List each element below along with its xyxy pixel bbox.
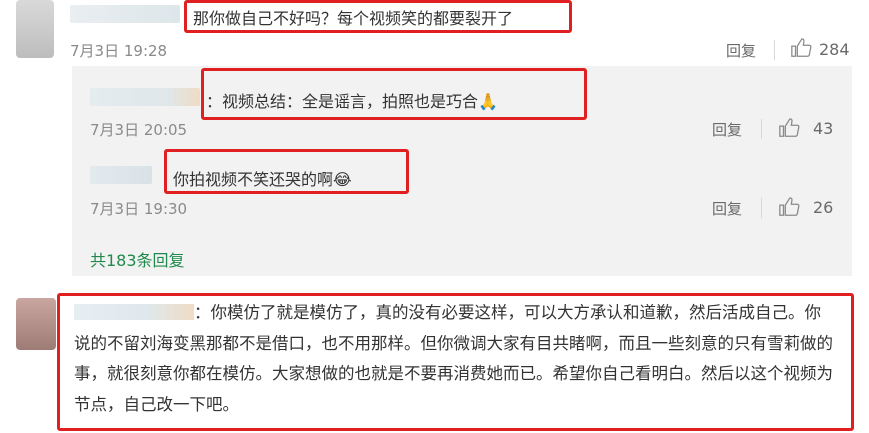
avatar[interactable] (16, 0, 54, 58)
highlight-box (184, 0, 572, 33)
divider (761, 198, 762, 218)
like-count: 43 (813, 119, 834, 138)
username-blurred[interactable] (90, 88, 200, 106)
reply-button[interactable]: 回复 (726, 40, 756, 61)
reply-time: 7月3日 19:30 (90, 200, 188, 218)
divider (761, 119, 762, 139)
view-all-replies-link[interactable]: 共183条回复 (90, 247, 185, 271)
username-blurred[interactable] (90, 166, 152, 184)
highlight-box (57, 293, 854, 431)
avatar[interactable] (16, 298, 56, 350)
highlight-box (201, 68, 587, 120)
username-blurred[interactable] (70, 5, 180, 23)
thumbs-up-icon[interactable] (778, 196, 800, 218)
reply-time: 7月3日 20:05 (90, 121, 188, 139)
like-count: 284 (819, 40, 850, 59)
highlight-box (164, 149, 409, 194)
reply-button[interactable]: 回复 (712, 198, 742, 219)
thumbs-up-icon[interactable] (778, 117, 800, 139)
reply-button[interactable]: 回复 (712, 119, 742, 140)
like-count: 26 (813, 198, 834, 217)
divider (774, 40, 775, 60)
comment-time: 7月3日 19:28 (70, 42, 168, 60)
thumbs-up-icon[interactable] (790, 37, 812, 59)
